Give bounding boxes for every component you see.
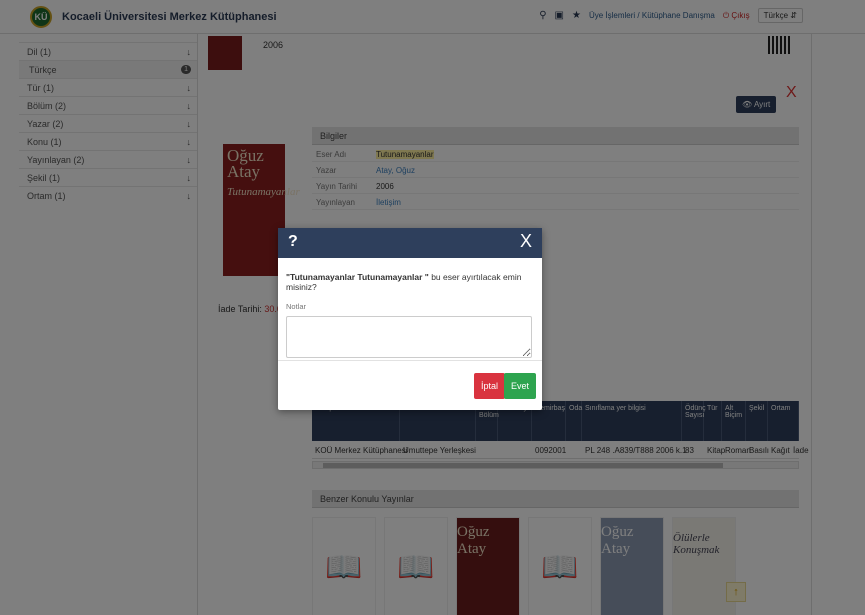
notes-field[interactable] [286,316,532,358]
confirm-message: "Tutunamayanlar Tutunamayanlar " bu eser… [286,272,534,292]
notes-label: Notlar [286,302,307,311]
dialog-body: "Tutunamayanlar Tutunamayanlar " bu eser… [278,258,542,358]
confirm-button[interactable]: Evet [504,373,537,399]
dialog-footer: İptal Evet [278,360,542,410]
question-icon: ? [288,233,298,250]
confirm-title: "Tutunamayanlar Tutunamayanlar " [286,272,429,282]
reserve-confirm-dialog: ? X "Tutunamayanlar Tutunamayanlar " bu … [278,228,542,410]
cancel-button[interactable]: İptal [474,373,506,399]
dialog-header: ? X [278,228,542,258]
dialog-close-icon[interactable]: X [520,231,532,252]
